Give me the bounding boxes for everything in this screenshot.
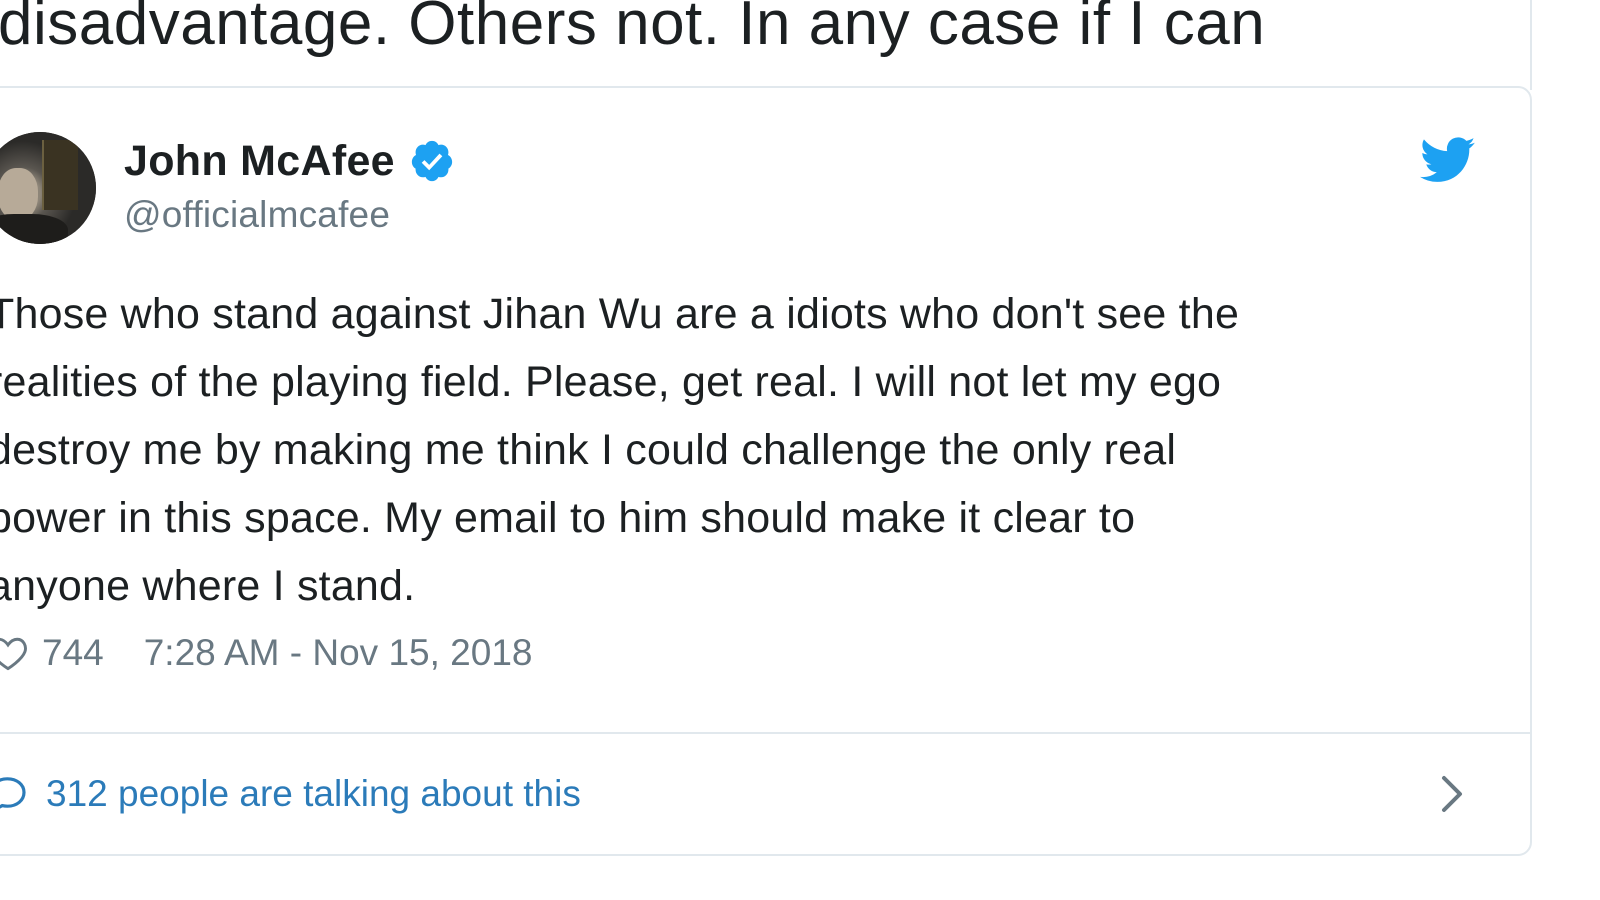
tweet-text-line: Those who stand against Jihan Wu are a i… [0, 290, 1240, 338]
heart-icon[interactable] [0, 631, 30, 675]
card-divider [0, 732, 1532, 734]
previous-tweet-text: disadvantage. Others not. In any case if… [0, 0, 1266, 58]
tweet-text-line: anyone where I stand. [0, 562, 416, 610]
tweet-embed-page: disadvantage. Others not. In any case if… [0, 0, 1600, 900]
tweet-text-line: power in this space. My email to him sho… [0, 494, 1136, 542]
speech-bubble-icon [0, 770, 32, 818]
author-handle[interactable]: @officialmcafee [124, 194, 390, 236]
avatar[interactable] [0, 132, 96, 244]
verified-badge-icon [409, 138, 455, 184]
chevron-right-icon[interactable] [1432, 770, 1472, 818]
like-count[interactable]: 744 [42, 632, 104, 674]
author-name-row[interactable]: John McAfee [124, 136, 455, 186]
tweet-text: Those who stand against Jihan Wu are a i… [0, 280, 1448, 620]
author-name[interactable]: John McAfee [124, 137, 395, 186]
tweet-timestamp[interactable]: 7:28 AM - Nov 15, 2018 [144, 632, 533, 674]
tweet-meta-row: 744 7:28 AM - Nov 15, 2018 [0, 628, 532, 678]
previous-tweet-border [1530, 0, 1532, 90]
talking-about-label[interactable]: 312 people are talking about this [46, 773, 581, 815]
twitter-bird-icon[interactable] [1420, 132, 1476, 188]
tweet-text-line: destroy me by making me think I could ch… [0, 426, 1177, 474]
tweet-text-line: realities of the playing field. Please, … [0, 358, 1222, 406]
talking-about-link[interactable]: 312 people are talking about this [0, 766, 581, 822]
